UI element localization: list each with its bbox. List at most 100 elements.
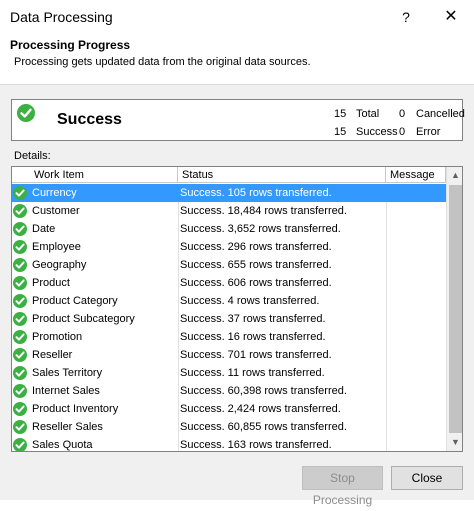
grid-rows: Currency Success. 105 rows transferred. … — [12, 184, 446, 451]
message-cell — [386, 346, 446, 364]
close-button[interactable]: Close — [391, 466, 463, 490]
message-cell — [386, 328, 446, 346]
status-cell: Success. 37 rows transferred. — [178, 310, 386, 328]
window-close-button[interactable]: ✕ — [438, 6, 464, 28]
work-item-cell: Employee — [32, 241, 81, 253]
column-header-work-item[interactable]: Work Item — [12, 167, 178, 183]
work-item-cell: Sales Territory — [32, 367, 103, 379]
message-cell — [386, 184, 446, 202]
status-cell: Success. 60,398 rows transferred. — [178, 382, 386, 400]
status-cell: Success. 105 rows transferred. — [178, 184, 386, 202]
window-title: Data Processing — [10, 9, 113, 25]
status-cell: Success. 296 rows transferred. — [178, 238, 386, 256]
work-item-cell: Internet Sales — [32, 385, 100, 397]
table-row[interactable]: Reseller Success. 701 rows transferred. — [12, 346, 446, 364]
success-check-icon — [13, 222, 27, 236]
help-button[interactable]: ? — [393, 6, 419, 28]
details-label: Details: — [14, 150, 51, 162]
cancelled-count: 0 — [399, 108, 406, 120]
status-cell: Success. 16 rows transferred. — [178, 328, 386, 346]
total-count: 15 — [334, 108, 347, 120]
work-item-cell: Customer — [32, 205, 80, 217]
message-cell — [386, 220, 446, 238]
column-header-status[interactable]: Status — [178, 167, 386, 183]
success-check-icon — [13, 186, 27, 200]
table-row[interactable]: Customer Success. 18,484 rows transferre… — [12, 202, 446, 220]
table-row[interactable]: Product Category Success. 4 rows transfe… — [12, 292, 446, 310]
success-check-icon — [13, 276, 27, 290]
success-check-icon — [13, 384, 27, 398]
success-check-icon — [13, 366, 27, 380]
status-cell: Success. 701 rows transferred. — [178, 346, 386, 364]
message-cell — [386, 400, 446, 418]
table-row[interactable]: Reseller Sales Success. 60,855 rows tran… — [12, 418, 446, 436]
success-check-icon — [13, 240, 27, 254]
table-row[interactable]: Geography Success. 655 rows transferred. — [12, 256, 446, 274]
work-item-cell: Currency — [32, 187, 77, 199]
status-cell: Success. 3,652 rows transferred. — [178, 220, 386, 238]
column-header-message[interactable]: Message — [386, 167, 446, 183]
status-cell: Success. 4 rows transferred. — [178, 292, 386, 310]
table-row[interactable]: Employee Success. 296 rows transferred. — [12, 238, 446, 256]
work-item-cell: Reseller Sales — [32, 421, 103, 433]
success-check-icon — [17, 104, 35, 122]
table-row[interactable]: Product Success. 606 rows transferred. — [12, 274, 446, 292]
success-count: 15 — [334, 126, 347, 138]
work-item-cell: Product Subcategory — [32, 313, 135, 325]
header-panel: Processing Progress Processing gets upda… — [0, 34, 474, 84]
work-item-cell: Promotion — [32, 331, 83, 343]
cancelled-label: Cancelled — [416, 108, 465, 120]
success-check-icon — [13, 330, 27, 344]
scroll-up-arrow-icon[interactable]: ▲ — [447, 167, 462, 184]
table-row[interactable]: Sales Territory Success. 11 rows transfe… — [12, 364, 446, 382]
success-check-icon — [13, 204, 27, 218]
work-item-cell: Product Category — [32, 295, 118, 307]
table-row[interactable]: Sales Quota Success. 163 rows transferre… — [12, 436, 446, 451]
work-item-cell: Product Inventory — [32, 403, 119, 415]
work-item-cell: Reseller — [32, 349, 73, 361]
message-cell — [386, 256, 446, 274]
message-cell — [386, 292, 446, 310]
success-check-icon — [13, 402, 27, 416]
table-row[interactable]: Promotion Success. 16 rows transferred. — [12, 328, 446, 346]
summary-panel: Success 15 Total 0 Cancelled 15 Success … — [11, 99, 465, 141]
message-cell — [386, 382, 446, 400]
details-grid[interactable]: Work Item Status Message Currency Succes… — [11, 166, 463, 452]
status-cell: Success. 655 rows transferred. — [178, 256, 386, 274]
success-check-icon — [13, 312, 27, 326]
header-description: Processing gets updated data from the or… — [14, 56, 311, 68]
vertical-scrollbar[interactable]: ▲ ▼ — [446, 167, 462, 451]
header-title: Processing Progress — [10, 38, 131, 52]
table-row[interactable]: Date Success. 3,652 rows transferred. — [12, 220, 446, 238]
table-row[interactable]: Product Subcategory Success. 37 rows tra… — [12, 310, 446, 328]
status-cell: Success. 2,424 rows transferred. — [178, 400, 386, 418]
work-item-cell: Product — [32, 277, 70, 289]
table-row[interactable]: Currency Success. 105 rows transferred. — [12, 184, 446, 202]
status-cell: Success. 606 rows transferred. — [178, 274, 386, 292]
status-cell: Success. 60,855 rows transferred. — [178, 418, 386, 436]
scroll-thumb[interactable] — [449, 185, 462, 433]
success-check-icon — [13, 258, 27, 272]
message-cell — [386, 274, 446, 292]
message-cell — [386, 418, 446, 436]
error-count: 0 — [399, 126, 406, 138]
success-check-icon — [13, 420, 27, 434]
stop-processing-button[interactable]: Stop Processing — [302, 466, 383, 507]
message-cell — [386, 310, 446, 328]
error-label: Error — [416, 126, 441, 138]
message-cell — [386, 436, 446, 451]
success-check-icon — [13, 294, 27, 308]
scroll-down-arrow-icon[interactable]: ▼ — [447, 434, 462, 451]
work-item-cell: Date — [32, 223, 56, 235]
status-cell: Success. 163 rows transferred. — [178, 436, 386, 451]
message-cell — [386, 202, 446, 220]
status-cell: Success. 11 rows transferred. — [178, 364, 386, 382]
table-row[interactable]: Product Inventory Success. 2,424 rows tr… — [12, 400, 446, 418]
grid-header: Work Item Status Message — [12, 167, 446, 183]
title-bar: Data Processing ? ✕ — [0, 0, 474, 34]
work-item-cell: Sales Quota — [32, 439, 93, 451]
table-row[interactable]: Internet Sales Success. 60,398 rows tran… — [12, 382, 446, 400]
data-processing-dialog: Data Processing ? ✕ Processing Progress … — [0, 0, 474, 507]
message-cell — [386, 238, 446, 256]
success-label: Success — [356, 126, 398, 138]
